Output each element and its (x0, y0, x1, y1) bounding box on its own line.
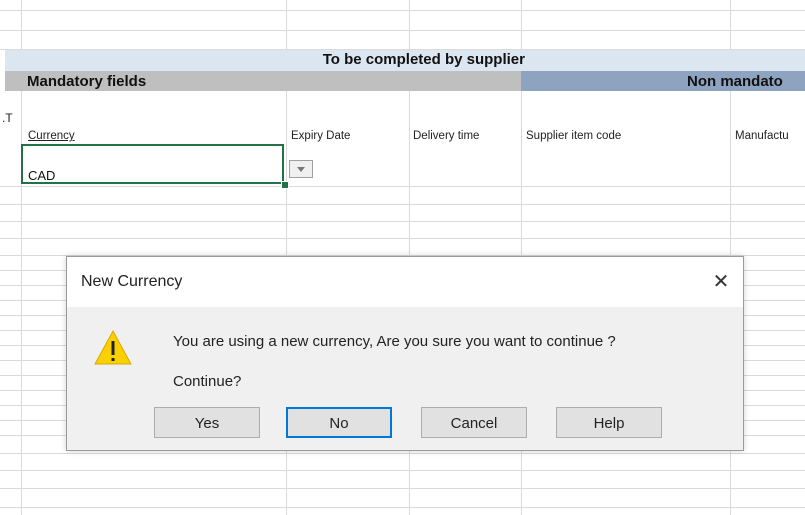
truncated-cell-text: .T (2, 111, 13, 125)
supplier-header-text: To be completed by supplier (322, 51, 525, 68)
column-header-delivery-time[interactable]: Delivery time (413, 130, 479, 142)
active-cell-currency[interactable]: CAD (21, 144, 284, 184)
grid-line (0, 30, 805, 31)
mandatory-fields-band[interactable]: Mandatory fields (5, 71, 521, 91)
grid-line (0, 470, 805, 471)
grid-line (0, 10, 805, 11)
column-header-supplier-item-code[interactable]: Supplier item code (526, 130, 621, 142)
grid-line (0, 186, 805, 187)
dialog-title: New Currency (81, 273, 183, 290)
warning-icon (94, 329, 132, 365)
column-header-currency[interactable]: Currency (28, 130, 75, 142)
fill-handle[interactable] (281, 181, 289, 189)
non-mandatory-label: Non mandato (687, 73, 783, 90)
grid-line (0, 507, 805, 508)
help-button[interactable]: Help (556, 407, 662, 438)
grid-line (0, 238, 805, 239)
dialog-message: You are using a new currency, Are you su… (173, 333, 616, 350)
column-header-manufacturer[interactable]: Manufactu (735, 130, 805, 142)
non-mandatory-band[interactable]: Non mandato (521, 71, 805, 91)
grid-line (0, 204, 805, 205)
dialog-titlebar[interactable]: New Currency ✕ (67, 257, 743, 307)
cell-dropdown-button[interactable] (289, 160, 313, 178)
column-header-expiry-date[interactable]: Expiry Date (291, 130, 350, 142)
dialog-question: Continue? (173, 373, 242, 390)
yes-button[interactable]: Yes (154, 407, 260, 438)
grid-line (0, 488, 805, 489)
active-cell-value: CAD (28, 168, 56, 183)
close-icon[interactable]: ✕ (707, 267, 735, 295)
grid-line (0, 453, 805, 454)
cancel-button[interactable]: Cancel (421, 407, 527, 438)
mandatory-fields-label: Mandatory fields (27, 73, 147, 90)
new-currency-dialog: New Currency ✕ You are using a new curre… (66, 256, 744, 451)
no-button[interactable]: No (286, 407, 392, 438)
grid-line (0, 221, 805, 222)
supplier-header-band[interactable]: To be completed by supplier (5, 50, 805, 71)
